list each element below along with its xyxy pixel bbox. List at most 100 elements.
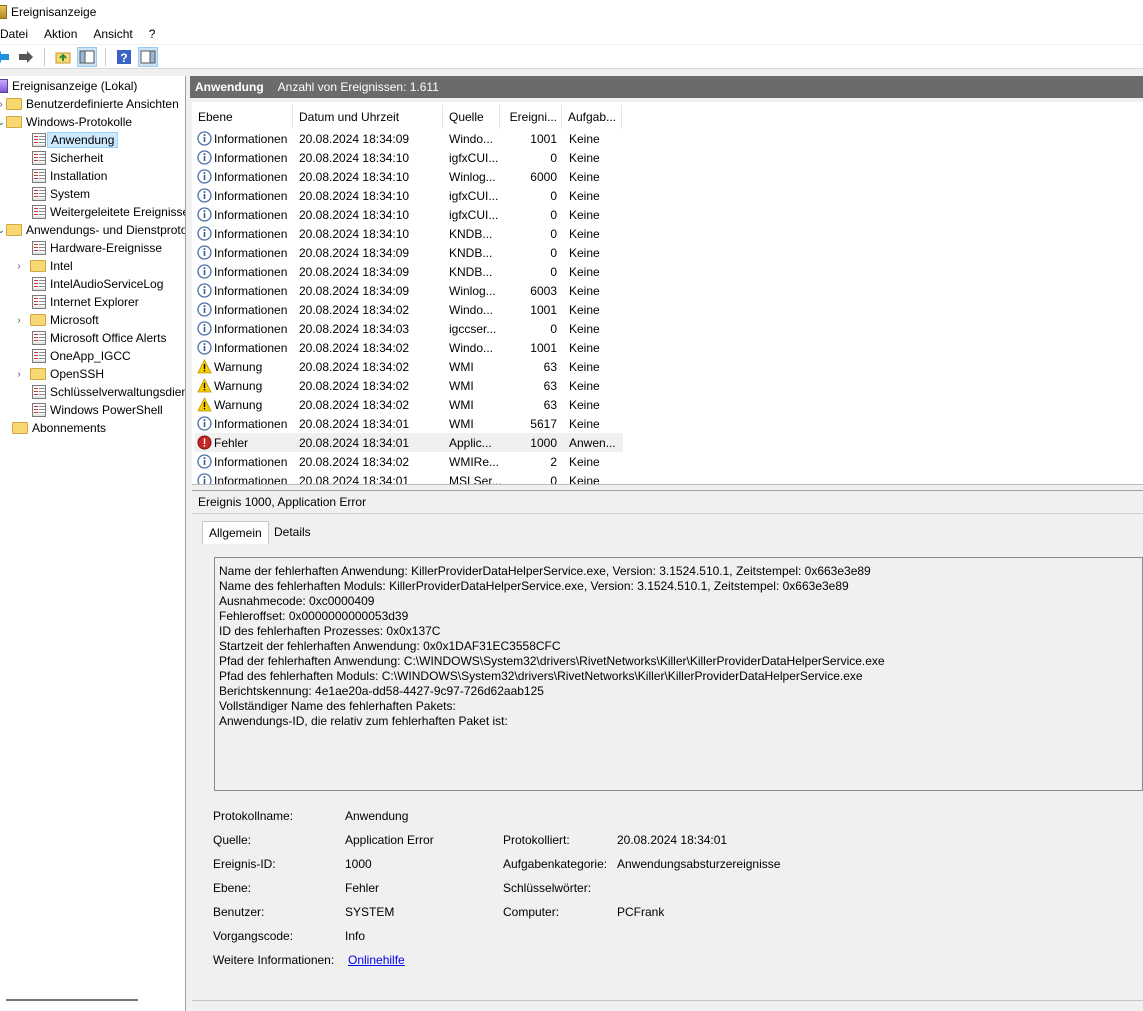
event-row[interactable]: Informationen 20.08.2024 18:34:03 igccser.… [195,319,623,338]
event-source: KNDB... [449,264,493,279]
up-folder-icon[interactable] [53,47,73,67]
event-id: 6003 [530,283,557,298]
tree-item-installation[interactable]: Installation [32,167,107,185]
tree-item-intel[interactable]: › Intel [14,257,72,275]
column-header-source[interactable]: Quelle [443,105,500,129]
event-list: Ebene Datum und Uhrzeit Quelle Ereigni..… [192,102,1143,485]
event-row[interactable]: Informationen 20.08.2024 18:34:10 Winlog..… [195,167,623,186]
event-source: KNDB... [449,245,493,260]
event-date: 20.08.2024 18:34:10 [299,188,410,203]
event-row[interactable]: Informationen 20.08.2024 18:34:02 WMIRe...… [195,452,623,471]
chevron-right-icon[interactable]: › [14,315,24,326]
tree-item-openssh[interactable]: › OpenSSH [14,365,104,383]
column-header-event-id[interactable]: Ereigni... [500,105,562,129]
event-source: WMI [449,397,474,412]
event-row[interactable]: Informationen 20.08.2024 18:34:02 Windo...… [195,300,623,319]
event-row[interactable]: Warnung 20.08.2024 18:34:02 WMI 63 Keine [195,357,623,376]
tab-general[interactable]: Allgemein [202,521,269,544]
event-row[interactable]: Warnung 20.08.2024 18:34:02 WMI 63 Keine [195,395,623,414]
tree-subscriptions[interactable]: Abonnements [12,419,106,437]
menu-help[interactable]: ? [141,27,164,41]
show-action-pane-icon[interactable] [138,46,158,67]
tree-item-system[interactable]: System [32,185,90,203]
event-source: WMI [449,359,474,374]
event-date: 20.08.2024 18:34:10 [299,150,410,165]
event-row[interactable]: Informationen 20.08.2024 18:34:09 KNDB... 0… [195,243,623,262]
tree-item-oneapp[interactable]: OneApp_IGCC [32,347,131,365]
log-icon [32,151,46,165]
tab-details[interactable]: Details [268,521,317,543]
tree-horizontal-scrollbar[interactable] [6,999,138,1001]
menu-aktion[interactable]: Aktion [36,27,85,41]
event-row[interactable]: Informationen 20.08.2024 18:34:10 KNDB... 0… [195,224,623,243]
event-row[interactable]: Informationen 20.08.2024 18:34:01 MSI Ser.… [195,471,623,485]
prop-log-name: Anwendung [345,809,409,823]
event-source: WMI [449,416,474,431]
event-level: Informationen [197,283,287,298]
event-row[interactable]: Informationen 20.08.2024 18:34:09 Windo...… [195,129,623,148]
event-date: 20.08.2024 18:34:02 [299,359,410,374]
event-date: 20.08.2024 18:34:10 [299,226,410,241]
tree-item-hardware[interactable]: Hardware-Ereignisse [32,239,162,257]
event-level-text: Informationen [214,131,288,146]
event-row[interactable]: Informationen 20.08.2024 18:34:10 igfxCUI.… [195,205,623,224]
information-icon [197,283,212,298]
toolbar-separator [44,47,45,66]
help-icon[interactable]: ? [114,47,134,67]
tree-item-sicherheit[interactable]: Sicherheit [32,149,103,167]
event-description[interactable]: Name der fehlerhaften Anwendung: KillerP… [214,557,1143,791]
menu-datei[interactable]: Datei [0,27,36,41]
event-row[interactable]: Informationen 20.08.2024 18:34:01 WMI 5617 K… [195,414,623,433]
event-level-text: Informationen [214,169,288,184]
tree-item-forwarded[interactable]: Weitergeleitete Ereignisse [32,203,185,221]
event-id: 1001 [530,302,557,317]
tree-item-powershell[interactable]: Windows PowerShell [32,401,163,419]
event-row[interactable]: Informationen 20.08.2024 18:34:10 igfxCUI.… [195,148,623,167]
divider [192,1000,1143,1001]
event-row[interactable]: Warnung 20.08.2024 18:34:02 WMI 63 Keine [195,376,623,395]
event-level: Warnung [197,397,262,412]
event-id: 0 [550,264,557,279]
event-level: Informationen [197,169,287,184]
event-task: Anwen... [569,435,616,450]
event-id: 0 [550,188,557,203]
tree-item-microsoft[interactable]: › Microsoft [14,311,98,329]
event-row[interactable]: Fehler 20.08.2024 18:34:01 Applic... 1000 An… [195,433,623,452]
prop-source-label: Quelle: [213,833,252,847]
tree-root[interactable]: Ereignisanzeige (Lokal) [0,77,137,95]
prop-event-id: 1000 [345,857,372,871]
event-id: 63 [543,378,557,393]
tree-item-office-alerts[interactable]: Microsoft Office Alerts [32,329,166,347]
event-level-text: Informationen [214,416,288,431]
chevron-right-icon[interactable]: › [14,369,24,380]
column-header-task[interactable]: Aufgab... [562,105,622,129]
tree-item-anwendung[interactable]: Anwendung [32,131,119,149]
back-arrow-icon[interactable] [0,47,12,67]
event-task: Keine [569,378,600,393]
event-row[interactable]: Informationen 20.08.2024 18:34:09 KNDB... 0… [195,262,623,281]
column-header-date[interactable]: Datum und Uhrzeit [293,105,443,129]
event-level: Informationen [197,226,287,241]
menu-ansicht[interactable]: Ansicht [85,27,140,41]
event-row[interactable]: Informationen 20.08.2024 18:34:02 Windo...… [195,338,623,357]
forward-arrow-icon[interactable] [16,47,36,67]
event-id: 0 [550,245,557,260]
chevron-right-icon[interactable]: › [14,261,24,272]
tree-windows-logs[interactable]: ⌄ Windows-Protokolle [0,113,132,131]
event-task: Keine [569,473,600,485]
show-hide-tree-icon[interactable] [77,46,97,67]
description-line: Anwendungs-ID, die relativ zum fehlerhaf… [219,714,508,728]
event-row[interactable]: Informationen 20.08.2024 18:34:10 igfxCUI.… [195,186,623,205]
event-viewer-icon [0,79,8,93]
event-level: Informationen [197,340,287,355]
tree-item-ie[interactable]: Internet Explorer [32,293,139,311]
prop-logged-label: Protokolliert: [503,833,570,847]
event-row[interactable]: Informationen 20.08.2024 18:34:09 Winlog..… [195,281,623,300]
tree-custom-views[interactable]: › Benutzerdefinierte Ansichten [0,95,179,113]
tree-app-services[interactable]: ⌄ Anwendungs- und Dienstprotokolle [0,221,185,239]
tree-item-keymgmt[interactable]: Schlüsselverwaltungsdienst [32,383,185,401]
folder-icon [30,368,46,380]
online-help-link[interactable]: Onlinehilfe [348,953,405,967]
column-header-level[interactable]: Ebene [192,105,293,129]
tree-item-intelaudio[interactable]: IntelAudioServiceLog [32,275,163,293]
